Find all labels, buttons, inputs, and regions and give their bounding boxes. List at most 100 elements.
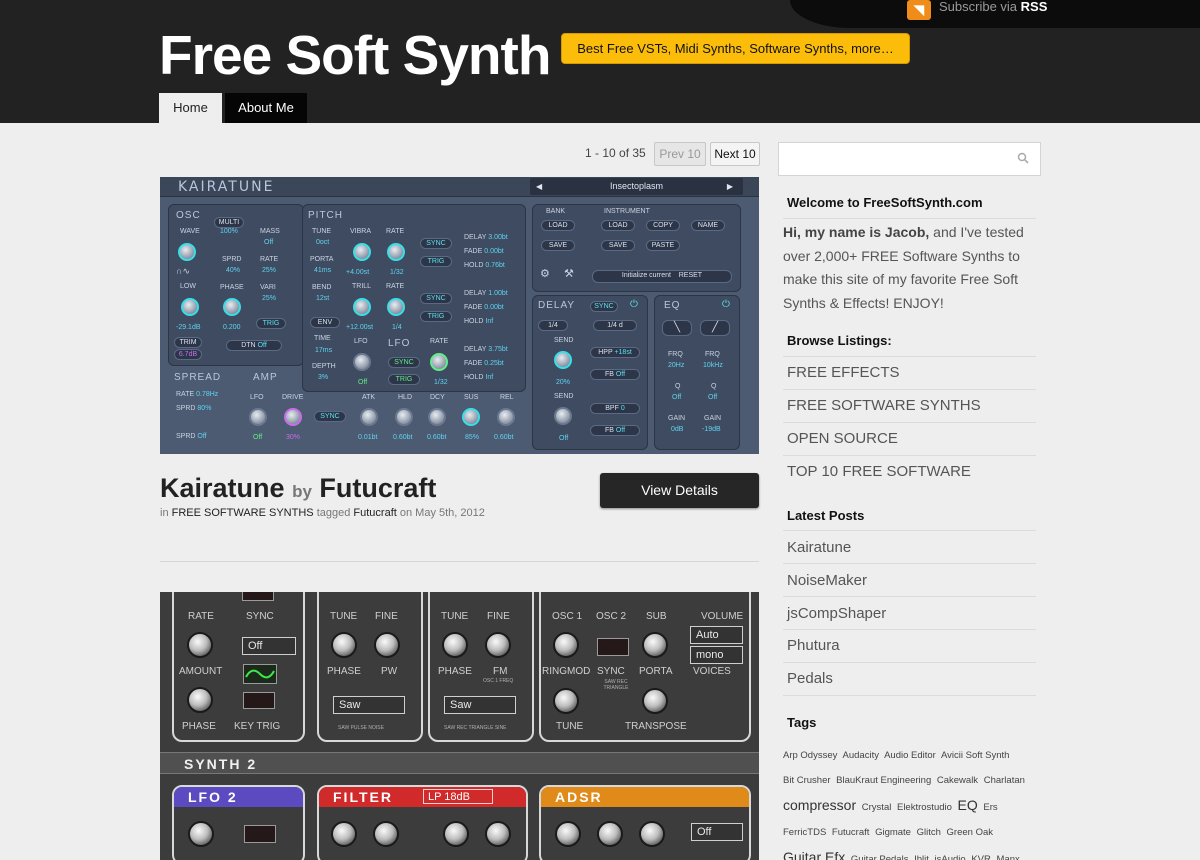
post-title[interactable]: Kairatune by Futucraft [160,472,436,508]
tag-link[interactable]: jsAudio [935,854,966,860]
tag-link[interactable]: Futucraft [832,827,870,838]
tag-link[interactable]: Charlatan [984,775,1025,786]
tune-label: TUNE [312,228,332,235]
wave-shapes-icon: ∩∿ [176,266,191,276]
latest-post-link[interactable]: Phutura [787,637,840,654]
drive-label: DRIVE [282,394,304,401]
browse-item-free-effects[interactable]: FREE EFFECTS [787,364,900,381]
tag-link[interactable]: KVR [971,854,991,860]
dcy-knob [428,408,446,426]
porta-value: 41ms [314,267,332,274]
trill-rate-label: RATE [386,283,405,290]
filter-header: FILTER LP 18dB [319,787,526,807]
phase-knob [187,687,213,713]
sidebar-divider [783,218,1036,219]
latest-post-link[interactable]: Pedals [787,670,833,687]
latest-post-link[interactable]: Kairatune [787,539,851,556]
browse-item-free-software-synths[interactable]: FREE SOFTWARE SYNTHS [787,397,981,414]
sidebar-divider [783,389,1036,390]
preset-name: Insectoplasm [609,181,664,191]
rel-value: 0.60bt [494,434,514,441]
tag-link[interactable]: compressor [783,797,856,813]
eq-section [654,295,740,450]
next-page-button[interactable]: Next 10 [710,142,760,166]
trill-trig-pill: TRIG [420,311,452,322]
porta-label: PORTA [639,666,673,677]
tag-link[interactable]: Ers [983,802,997,813]
search-icon[interactable] [1017,152,1029,164]
lfo-knob [353,353,371,371]
send2-value: Off [559,435,569,442]
osc2-phase-label: PHASE [438,666,472,677]
tag-link[interactable]: Cakewalk [937,775,978,786]
browse-item-open-source[interactable]: OPEN SOURCE [787,430,898,447]
time-label: TIME [314,335,331,342]
synth2-band: SYNTH 2 [160,752,759,774]
tag-link[interactable]: Avicii Soft Synth [941,750,1009,761]
phase-knob [223,298,241,316]
voices-mode-field: Auto [690,626,743,644]
tag-link[interactable]: Manx [997,854,1020,860]
nav-tab-about-me[interactable]: About Me [225,93,307,123]
vibra-knob [353,243,371,261]
delay-l-pill: 1/4 [538,320,568,331]
tag-link[interactable]: Iblit [914,854,929,860]
view-details-button[interactable]: View Details [600,473,759,508]
tag-link[interactable]: Gigmate [875,827,911,838]
sidebar-divider [783,629,1036,630]
lfo-sync-label: SYNC [246,611,274,622]
time-value: 17ms [315,347,333,354]
tag-link[interactable]: Guitar Efx [783,849,845,860]
amp-lfo-knob [249,408,267,426]
latest-post-link[interactable]: jsCompShaper [787,605,886,622]
trill-knob [353,298,371,316]
phase-value: 0.200 [223,324,241,331]
low-knob [181,298,199,316]
osc1-freq-label: OSC 1 FREQ [483,678,514,684]
prev-arrow-icon: ◀ [536,182,543,191]
tag-link[interactable]: Elektrostudio [897,802,952,813]
send2-knob [554,407,572,425]
tag-link[interactable]: Guitar Pedals [851,854,909,860]
lfo2-section: LFO 2 [172,785,305,860]
filter-type-field: LP 18dB [423,789,493,804]
tag-link[interactable]: Audacity [843,750,879,761]
vari-value: 25% [262,295,277,302]
tag-link[interactable]: Arp Odyssey [783,750,837,761]
amp-lfo-value: Off [253,434,263,441]
tag-link[interactable]: Bit Crusher [783,775,831,786]
search-input[interactable] [778,142,1041,176]
spread-sprd2: SPRD Off [176,433,207,440]
tag-link[interactable]: Audio Editor [884,750,936,761]
welcome-heading: Welcome to FreeSoftSynth.com [787,195,983,210]
kairatune-screenshot[interactable]: KAIRATUNE ◀ Insectoplasm ▶ OSC WAVE ∩∿ L… [160,177,759,454]
browse-item-top-10[interactable]: TOP 10 FREE SOFTWARE [787,463,971,480]
tag-link[interactable]: Crystal [862,802,892,813]
lfo-rate-value: 1/32 [434,379,448,386]
latest-post-link[interactable]: NoiseMaker [787,572,867,589]
tag-link[interactable]: Green Oak [947,827,993,838]
tag-link[interactable]: EQ [958,797,978,813]
tag-link[interactable]: BlauKraut Engineering [836,775,931,786]
category-link[interactable]: FREE SOFTWARE SYNTHS [172,507,314,519]
noisemaker-screenshot[interactable]: RATE SYNC Off AMOUNT PHASE KEY TRIG TUNE… [160,592,759,860]
tune-label: TUNE [556,721,584,732]
prev-page-button[interactable]: Prev 10 [654,142,706,166]
multi-value: 100% [220,228,238,235]
tag-link[interactable]: FerricTDS [783,827,826,838]
tag-link[interactable]: Futucraft [353,507,396,519]
fb1-pill: FB Off [590,369,640,380]
sidebar-divider [783,356,1036,357]
tag-link[interactable]: Glitch [917,827,941,838]
lfo-rate-label: RATE [188,611,214,622]
osc2-level-label: OSC 2 [596,611,627,622]
spread-label: SPREAD [174,372,222,383]
tagline-badge: Best Free VSTs, Midi Synths, Software Sy… [561,33,910,64]
rss-link[interactable]: Subscribe via RSS [939,0,1047,14]
fade1-label: FADE 0.00bt [464,248,504,255]
site-title[interactable]: Free Soft Synth [159,24,551,86]
eq-power-icon: ⏻ [722,299,730,310]
nav-tab-home[interactable]: Home [159,93,222,123]
rss-icon[interactable]: ◥ [907,0,931,20]
dcy-label: DCY [430,394,445,401]
